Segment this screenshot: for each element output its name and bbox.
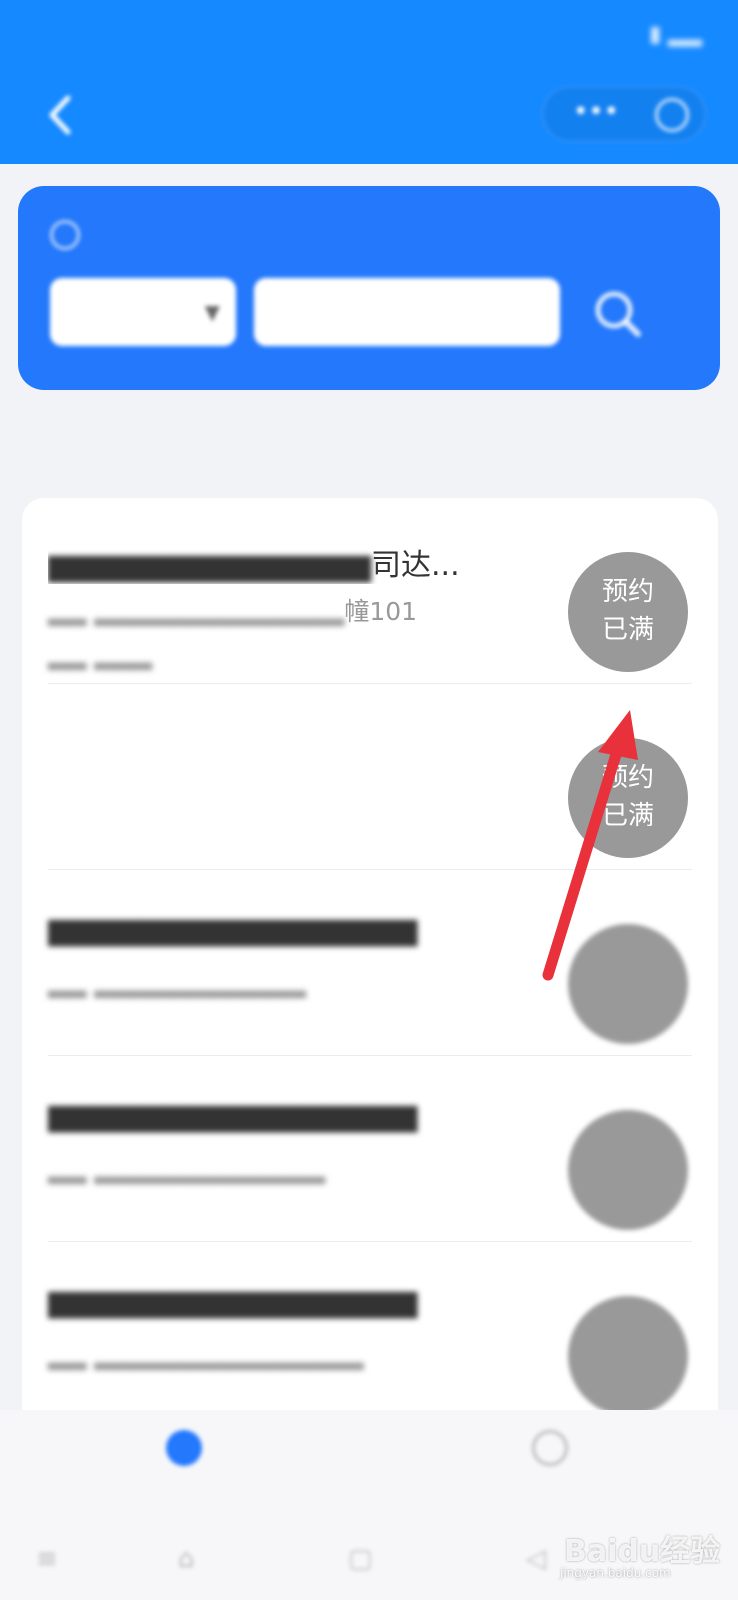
status-bar: ▮ ▂▂: [0, 0, 738, 72]
home-nav-icon[interactable]: ⌂: [178, 1544, 195, 1574]
close-icon[interactable]: [655, 98, 689, 132]
list-item-title: ▆▆▆▆▆▆▆▆▆▆▆▆▆▆司达...: [48, 548, 460, 583]
list-item-address: ▂▂ ▂▂▂▂▂▂▂▂▂▂▂▂▂幢101 ▂▂ ▂▂▂: [48, 597, 418, 670]
watermark-url: jingyan.baidu.com: [560, 1566, 671, 1580]
list-item-address: ▂▂ ▂▂▂▂▂▂▂▂▂▂▂▂: [48, 1155, 326, 1184]
badge-line1: 预约: [601, 577, 654, 607]
city-select[interactable]: ▼: [50, 278, 236, 346]
more-icon[interactable]: •••: [573, 97, 619, 127]
full-badge[interactable]: [568, 1110, 688, 1230]
menu-icon[interactable]: ≡: [36, 1544, 58, 1574]
list-item-title: ▆▆▆▆▆▆▆▆▆▆▆▆▆▆▆▆: [48, 1284, 418, 1319]
list-item[interactable]: ▆▆▆▆▆▆▆▆▆▆▆▆▆▆▆▆ ▂▂ ▂▂▂▂▂▂▂▂▂▂▂▂: [22, 1056, 718, 1242]
badge-line2: 已满: [601, 801, 654, 831]
search-icon[interactable]: [586, 282, 650, 346]
search-input[interactable]: [254, 278, 560, 346]
full-badge[interactable]: 预约 已满: [568, 738, 688, 858]
watermark-text: Baidu经验: [564, 1534, 721, 1569]
badge-line1: 预约: [601, 763, 654, 793]
battery-icon: ▮ ▂▂: [649, 22, 702, 47]
info-icon: [50, 220, 80, 250]
tab-bar: [0, 1410, 738, 1530]
recent-apps-icon[interactable]: ▢: [348, 1544, 373, 1574]
list-item-address: ▂▂ ▂▂▂▂▂▂▂▂▂▂▂: [48, 969, 306, 998]
list-item[interactable]: ▆▆▆▆▆▆▆▆▆▆▆▆▆▆司达... ▂▂ ▂▂▂▂▂▂▂▂▂▂▂▂▂幢101…: [22, 498, 718, 684]
search-panel: ▼: [18, 186, 720, 390]
list-item-title: ▆▆▆▆▆▆▆▆▆▆▆▆▆▆▆▆: [48, 1098, 418, 1133]
app-header: •••: [0, 72, 738, 164]
user-icon: [532, 1430, 568, 1466]
list-item[interactable]: ▆▆▆▆▆▆▆▆▆▆▆▆▆▆▆▆ ▂▂ ▂▂▂▂▂▂▂▂▂▂▂: [22, 870, 718, 1056]
home-icon: [166, 1430, 202, 1466]
list-item[interactable]: ▆▆▆▆▆▆▆▆▆▆▆▆▆▆▆▆ ▂▂ ▂▂▂▂▂▂▂▂▂▂▂▂▂▂: [22, 1242, 718, 1418]
pharmacy-list: ▆▆▆▆▆▆▆▆▆▆▆▆▆▆司达... ▂▂ ▂▂▂▂▂▂▂▂▂▂▂▂▂幢101…: [22, 498, 718, 1418]
back-nav-icon[interactable]: ◁: [526, 1544, 546, 1574]
badge-line2: 已满: [601, 615, 654, 645]
full-badge[interactable]: 预约 已满: [568, 552, 688, 672]
tab-profile[interactable]: [470, 1424, 630, 1524]
mini-program-capsule[interactable]: •••: [542, 86, 706, 142]
tab-home[interactable]: [104, 1424, 264, 1524]
list-item-address: ▂▂ ▂▂▂▂▂▂▂▂▂▂▂▂▂▂: [48, 1341, 364, 1370]
full-badge[interactable]: [568, 924, 688, 1044]
list-item-title-visible: 司达...: [371, 548, 460, 583]
baidu-watermark: Baidu经验 jingyan.baidu.com: [556, 1518, 736, 1588]
full-badge[interactable]: [568, 1296, 688, 1416]
chevron-down-icon: ▼: [204, 300, 220, 324]
list-item[interactable]: 预约 已满: [22, 684, 718, 870]
list-item-title: ▆▆▆▆▆▆▆▆▆▆▆▆▆▆▆▆: [48, 912, 418, 947]
list-item-address-visible: 幢101: [344, 597, 418, 626]
back-icon[interactable]: [38, 90, 88, 140]
